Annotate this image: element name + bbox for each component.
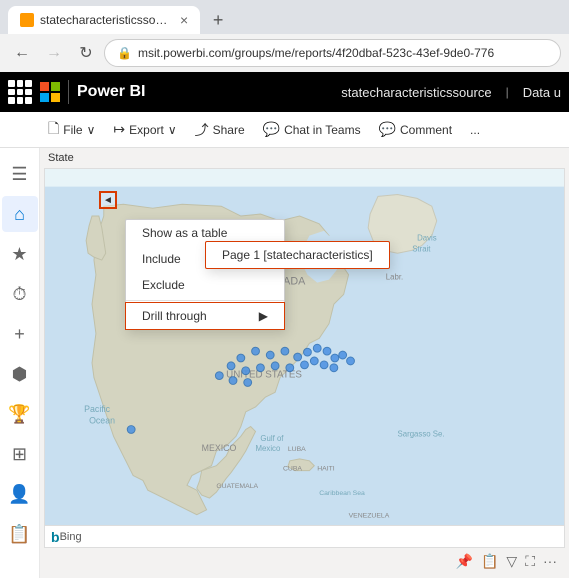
map-svg: CANADA UNITED STATES MEXICO Pacific Ocea…	[45, 169, 564, 547]
share-button[interactable]: ⤴ Share	[187, 116, 253, 144]
sidebar-profile-icon[interactable]: 👤	[2, 476, 38, 512]
file-button[interactable]: 🗋 File ∨	[40, 114, 103, 146]
sidebar-metrics-icon[interactable]: 🏆	[2, 396, 38, 432]
microsoft-logo	[40, 82, 60, 102]
more-icon: ...	[470, 123, 480, 137]
file-label: File	[63, 123, 82, 137]
lock-icon: 🔒	[117, 46, 132, 60]
share-icon: ⤴	[195, 120, 209, 140]
drill-through-label: Drill through	[142, 309, 207, 323]
map-selection-box: ◄	[99, 191, 117, 209]
context-menu: Show as a table Include Exclude Drill th…	[125, 219, 285, 330]
svg-text:MEXICO: MEXICO	[202, 443, 237, 453]
teams-icon: 💬	[263, 121, 280, 138]
tab-favicon	[20, 13, 34, 27]
drill-through-submenu: Page 1 [statecharacteristics]	[205, 241, 390, 269]
file-chevron-icon: ∨	[87, 123, 96, 137]
tab-close-btn[interactable]: ×	[180, 12, 188, 28]
sidebar-learn-icon[interactable]: 📋	[2, 516, 38, 552]
header-divider	[68, 80, 69, 104]
svg-text:Pacific: Pacific	[84, 404, 111, 414]
exclude-label: Exclude	[142, 278, 185, 292]
chat-in-teams-button[interactable]: 💬 Chat in Teams	[255, 117, 369, 142]
toolbar: 🗋 File ∨ ↦ Export ∨ ⤴ Share 💬 Chat in Te…	[0, 112, 569, 148]
forward-button[interactable]: →	[40, 39, 68, 67]
svg-text:GUATEMALA: GUATEMALA	[216, 483, 258, 490]
header-product-title: Power BI	[77, 83, 145, 101]
pbi-header: Power BI statecharacteristicssource | Da…	[0, 72, 569, 112]
context-menu-drill-through[interactable]: Drill through ▶	[125, 302, 285, 330]
more-visual-options-icon[interactable]: ···	[543, 553, 557, 569]
reload-button[interactable]: ↻	[72, 39, 100, 67]
address-text: msit.powerbi.com/groups/me/reports/4f20d…	[138, 46, 548, 60]
context-menu-exclude[interactable]: Exclude	[126, 272, 284, 298]
bing-text: Bing	[60, 531, 82, 543]
svg-text:CUBA: CUBA	[283, 466, 302, 473]
svg-text:Ocean: Ocean	[89, 416, 115, 426]
focus-mode-icon[interactable]: ⛶	[525, 553, 535, 570]
drill-through-arrow-icon: ▶	[259, 309, 268, 323]
state-label: State	[48, 152, 74, 164]
svg-text:Caribbean Sea: Caribbean Sea	[319, 490, 365, 497]
svg-text:Davis: Davis	[417, 233, 437, 242]
map-attribution-bar: b Bing	[45, 525, 564, 547]
export-label: Export	[129, 123, 164, 137]
left-sidebar: ☰ ⌂ ★ ⏱ + ⬢ 🏆 ⊞ 👤 📋	[0, 148, 40, 578]
svg-text:LUBA: LUBA	[288, 446, 306, 453]
chat-label: Chat in Teams	[284, 123, 360, 137]
sidebar-menu-icon[interactable]: ☰	[2, 156, 38, 192]
sidebar-create-icon[interactable]: +	[2, 316, 38, 352]
tab-title: statecharacteristicssource - Powe	[40, 13, 170, 27]
comment-button[interactable]: 💬 Comment	[371, 117, 460, 142]
svg-text:VENEZUELA: VENEZUELA	[349, 513, 390, 520]
sidebar-workspaces-icon[interactable]: ⊞	[2, 436, 38, 472]
comment-icon: 💬	[379, 121, 396, 138]
file-icon: 🗋	[48, 118, 59, 142]
svg-text:Mexico: Mexico	[256, 444, 281, 453]
active-tab[interactable]: statecharacteristicssource - Powe ×	[8, 6, 200, 34]
export-icon: ↦	[113, 121, 125, 138]
comment-label: Comment	[400, 123, 452, 137]
svg-text:Labr.: Labr.	[386, 273, 403, 282]
filter-icon[interactable]: ▽	[506, 553, 517, 570]
share-label: Share	[213, 123, 245, 137]
back-button[interactable]: ←	[8, 39, 36, 67]
drill-through-page1[interactable]: Page 1 [statecharacteristics]	[206, 242, 389, 268]
svg-text:HAITI: HAITI	[317, 466, 335, 473]
bottom-toolbar: 📌 📋 ▽ ⛶ ···	[44, 548, 565, 574]
export-button[interactable]: ↦ Export ∨	[105, 117, 184, 142]
context-menu-separator	[126, 300, 284, 301]
page1-label: Page 1 [statecharacteristics]	[222, 248, 373, 262]
report-content: State CANADA UNITED STATES MEX	[40, 148, 569, 578]
copy-icon[interactable]: 📋	[481, 553, 498, 570]
sidebar-favorites-icon[interactable]: ★	[2, 236, 38, 272]
map-container[interactable]: CANADA UNITED STATES MEXICO Pacific Ocea…	[44, 168, 565, 548]
more-options-button[interactable]: ...	[462, 119, 488, 141]
waffle-menu-icon[interactable]	[8, 80, 32, 104]
sidebar-home-icon[interactable]: ⌂	[2, 196, 38, 232]
svg-text:Sargasso Se.: Sargasso Se.	[398, 429, 445, 438]
selection-arrow-icon: ◄	[103, 195, 113, 206]
show-table-label: Show as a table	[142, 226, 227, 240]
bing-b-logo: b	[51, 529, 60, 545]
svg-text:Strait: Strait	[412, 244, 431, 253]
include-label: Include	[142, 252, 181, 266]
new-tab-button[interactable]: +	[204, 6, 232, 34]
export-chevron-icon: ∨	[168, 123, 177, 137]
header-report-name: statecharacteristicssource	[341, 85, 491, 100]
address-bar[interactable]: 🔒 msit.powerbi.com/groups/me/reports/4f2…	[104, 39, 561, 67]
pin-visual-icon[interactable]: 📌	[456, 553, 473, 570]
sidebar-apps-icon[interactable]: ⬢	[2, 356, 38, 392]
sidebar-recent-icon[interactable]: ⏱	[2, 276, 38, 312]
header-separator: |	[506, 85, 509, 99]
header-data-label: Data u	[523, 85, 561, 100]
svg-text:Gulf of: Gulf of	[260, 434, 284, 443]
